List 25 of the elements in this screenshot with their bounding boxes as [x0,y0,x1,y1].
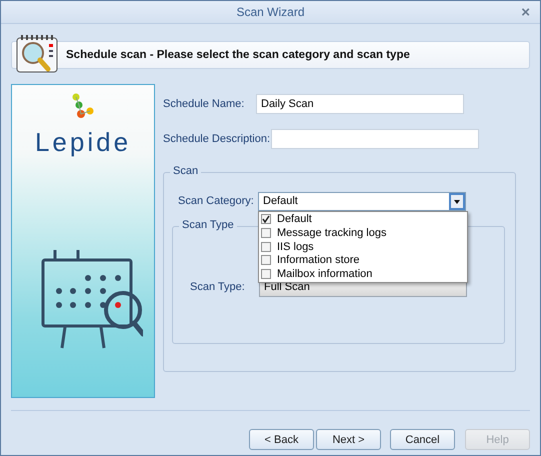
dropdown-option[interactable]: Message tracking logs [259,226,467,240]
group-title: Scan [170,165,202,177]
field-label: Scan Type: [190,281,246,293]
dropdown-option[interactable]: IIS logs [259,240,467,254]
text-field[interactable] [271,129,480,149]
checkbox[interactable] [261,255,271,266]
checkbox[interactable] [261,269,271,280]
wizard-button[interactable]: Cancel [390,429,455,450]
wizard-button[interactable]: < Back [249,429,314,450]
brand-logo: Lepide [34,127,132,158]
field-label: Schedule Description: [163,133,270,145]
field-label: Scan Category: [178,195,255,207]
dropdown-option[interactable]: Information store [259,254,467,268]
wizard-button[interactable]: Next > [316,429,381,450]
calendar-magnifier-icon [15,34,59,74]
checkbox[interactable] [261,242,271,252]
text-field[interactable]: Daily Scan [256,94,464,114]
dropdown-arrow-icon [449,192,465,210]
field-label: Schedule Name: [163,98,246,110]
group-title: Scan Type [179,219,237,231]
checkbox[interactable] [261,214,271,224]
header-text: Schedule scan - Please select the scan category and scan type [66,49,410,61]
checkbox[interactable] [261,228,271,238]
dropdown-option[interactable]: Default [259,212,467,226]
window-title: Scan Wizard [236,5,305,19]
